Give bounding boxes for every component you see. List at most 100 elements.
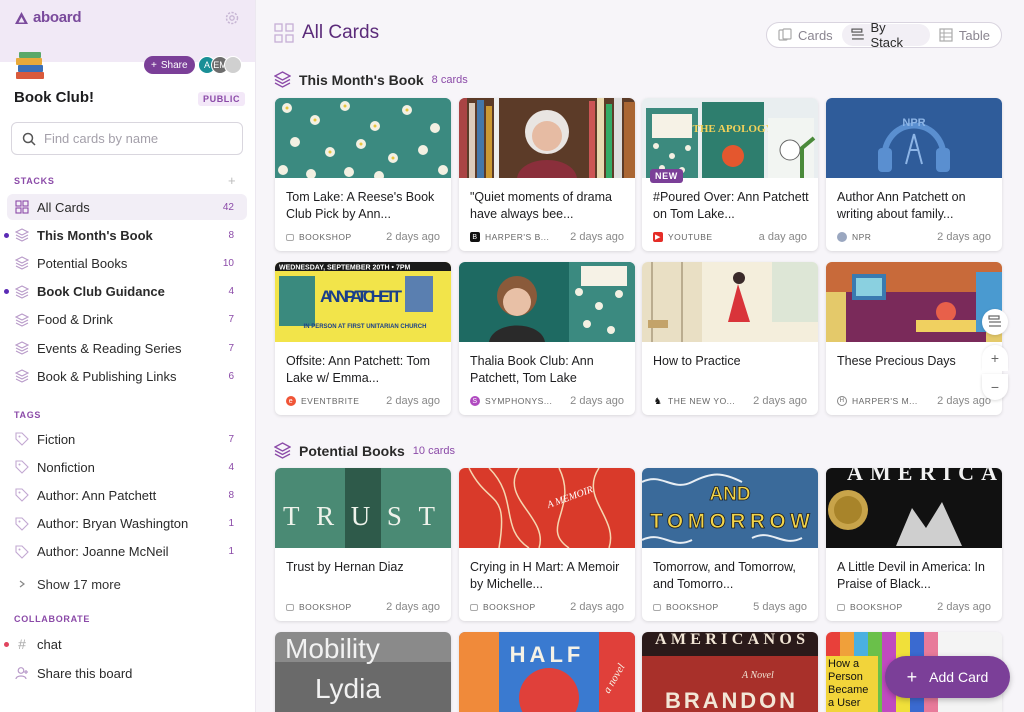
show-more-tags[interactable]: Show 17 more <box>7 571 247 597</box>
plus-icon: + <box>990 350 1000 366</box>
sidebar-tag-item[interactable]: Author: Joanne McNeil 1 <box>7 539 247 565</box>
bookshop-icon <box>286 233 294 241</box>
card-time: 2 days ago <box>386 601 440 613</box>
card-source-label: BOOKSHOP <box>299 602 352 612</box>
card[interactable]: AND TOMORROW Tomorrow, and Tomorrow, and… <box>642 468 818 621</box>
stack-card-count: 8 cards <box>431 73 468 86</box>
card-image: AMERICA <box>826 468 1002 548</box>
card[interactable]: NPR Author Ann Patchett on writing about… <box>826 98 1002 251</box>
share-label: Share <box>160 59 188 71</box>
youtube-icon: ▶ <box>653 232 663 242</box>
sidebar-stack-item[interactable]: Book & Publishing Links 6 <box>7 363 247 389</box>
card-source: S SYMPHONYS... <box>470 396 562 406</box>
card[interactable]: WEDNESDAY, SEPTEMBER 20TH • 7PM ANN PATC… <box>275 262 451 415</box>
page-title: All Cards <box>274 22 379 44</box>
card[interactable]: How to Practice ♞ THE NEW YO... 2 days ag… <box>642 262 818 415</box>
sidebar-tag-item[interactable]: Nonfiction 4 <box>7 454 247 480</box>
brand-logo[interactable]: aboard <box>14 9 82 26</box>
new-yorker-icon: ♞ <box>653 396 663 406</box>
sidebar-stack-item[interactable]: Book Club Guidance 4 <box>4 279 247 305</box>
tag-icon <box>15 517 29 531</box>
harpers-magazine-icon: H <box>837 396 847 406</box>
sidebar-stack-item[interactable]: Potential Books 10 <box>7 250 247 276</box>
stack-icon <box>274 442 291 459</box>
book-stack-icon <box>16 52 44 79</box>
sidebar-stack-item[interactable]: All Cards 42 <box>7 194 247 220</box>
search-field[interactable] <box>11 122 243 155</box>
card[interactable]: A MEMOIR Crying in H Mart: A Memoir by M… <box>459 468 635 621</box>
collaborate-heading: COLLABORATE <box>14 614 91 624</box>
card[interactable]: Tom Lake: A Reese's Book Club Pick by An… <box>275 98 451 251</box>
card[interactable]: Mobility Lydia <box>275 632 451 712</box>
gear-icon[interactable] <box>224 10 240 26</box>
card[interactable]: AMERICA A Little Devil in America: In Pr… <box>826 468 1002 621</box>
add-stack-button[interactable]: + <box>228 173 236 188</box>
poster-name-text: ANN PATCHETT <box>320 287 403 306</box>
chat-channel[interactable]: # chat <box>4 631 247 657</box>
unread-dot <box>4 232 9 238</box>
avatar[interactable] <box>224 56 242 74</box>
card-time: a day ago <box>758 231 807 243</box>
card-time: 2 days ago <box>570 231 624 243</box>
sidebar-tag-item[interactable]: Fiction 7 <box>7 426 247 452</box>
share-button[interactable]: + Share <box>144 56 195 74</box>
card-source: BOOKSHOP <box>837 602 929 612</box>
share-board-link[interactable]: Share this board <box>7 660 247 686</box>
how-a-person-cover-text: How a Person Became a User <box>828 658 869 709</box>
stack-card-count: 10 cards <box>412 444 455 457</box>
card[interactable]: TRUST Trust by Hernan Diaz BOOKSHOP 2 da… <box>275 468 451 621</box>
poster-date-text: WEDNESDAY, SEPTEMBER 20TH • 7PM <box>279 265 411 272</box>
sidebar-tag-item[interactable]: Author: Ann Patchett 8 <box>7 482 247 508</box>
card-title: Thalia Book Club: Ann Patchett, Tom Lake <box>470 354 594 385</box>
view-cards-button[interactable]: Cards <box>769 24 842 46</box>
view-table-button[interactable]: Table <box>930 24 999 46</box>
card-image: Mobility Lydia <box>275 632 451 712</box>
stack-view-tool-button[interactable] <box>982 309 1008 335</box>
card-source: e EVENTBRITE <box>286 396 378 406</box>
card[interactable]: AMERICANOS A Novel BRANDON <box>642 632 818 712</box>
sidebar-stack-item[interactable]: Food & Drink 7 <box>7 307 247 333</box>
card-title: Crying in H Mart: A Memoir by Michelle..… <box>470 560 620 591</box>
card-title: #Poured Over: Ann Patchett on Tom Lake..… <box>653 190 809 221</box>
card-image <box>459 98 635 178</box>
member-avatars[interactable]: A EM <box>198 56 242 74</box>
unread-dot <box>4 289 9 295</box>
card[interactable]: These Precious Days H HARPER'S M... 2 day… <box>826 262 1002 415</box>
card[interactable]: HALF a novel <box>459 632 635 712</box>
stack-header[interactable]: Potential Books 10 cards <box>274 442 455 459</box>
card-title: How to Practice <box>653 354 741 368</box>
card[interactable]: "Quiet moments of drama have always bee.… <box>459 98 635 251</box>
mobility-cover-text: Mobility <box>285 633 380 664</box>
grid-icon <box>15 200 29 214</box>
zoom-out-button[interactable]: − <box>982 374 1008 400</box>
search-input[interactable] <box>44 131 234 146</box>
chat-label: chat <box>37 636 62 652</box>
stack-list-icon <box>988 315 1001 327</box>
sidebar-stack-item[interactable]: Events & Reading Series 7 <box>7 335 247 361</box>
card-time: 2 days ago <box>570 601 624 613</box>
add-card-button[interactable]: + Add Card <box>885 656 1010 698</box>
tag-label: Author: Joanne McNeil <box>37 544 169 560</box>
view-by-stack-button[interactable]: By Stack <box>841 20 930 50</box>
card-image <box>826 262 1002 342</box>
sidebar-stack-item[interactable]: This Month's Book 8 <box>4 222 247 248</box>
grid-icon <box>274 23 294 43</box>
tag-label: Author: Ann Patchett <box>37 487 157 503</box>
card[interactable]: Thalia Book Club: Ann Patchett, Tom Lake… <box>459 262 635 415</box>
plus-icon: + <box>151 59 157 71</box>
zoom-in-button[interactable]: + <box>982 345 1008 371</box>
view-toggle: Cards By Stack Table <box>766 20 1002 50</box>
card[interactable]: THE APOLOGY NEW #Poured Over: Ann Patche… <box>642 98 818 251</box>
stack-count: 8 <box>228 229 234 241</box>
card-source: BOOKSHOP <box>470 602 562 612</box>
card-image: AMERICANOS A Novel BRANDON <box>642 632 818 712</box>
sidebar-tag-item[interactable]: Author: Bryan Washington 1 <box>7 511 247 537</box>
eventbrite-icon: e <box>286 396 296 406</box>
card-image: HALF a novel <box>459 632 635 712</box>
card-time: 2 days ago <box>937 601 991 613</box>
brand-name: aboard <box>33 9 82 26</box>
bookshop-icon <box>653 603 661 611</box>
card-source-label: YOUTUBE <box>668 232 713 242</box>
card-source-label: BOOKSHOP <box>483 602 536 612</box>
stack-header[interactable]: This Month's Book 8 cards <box>274 71 468 88</box>
